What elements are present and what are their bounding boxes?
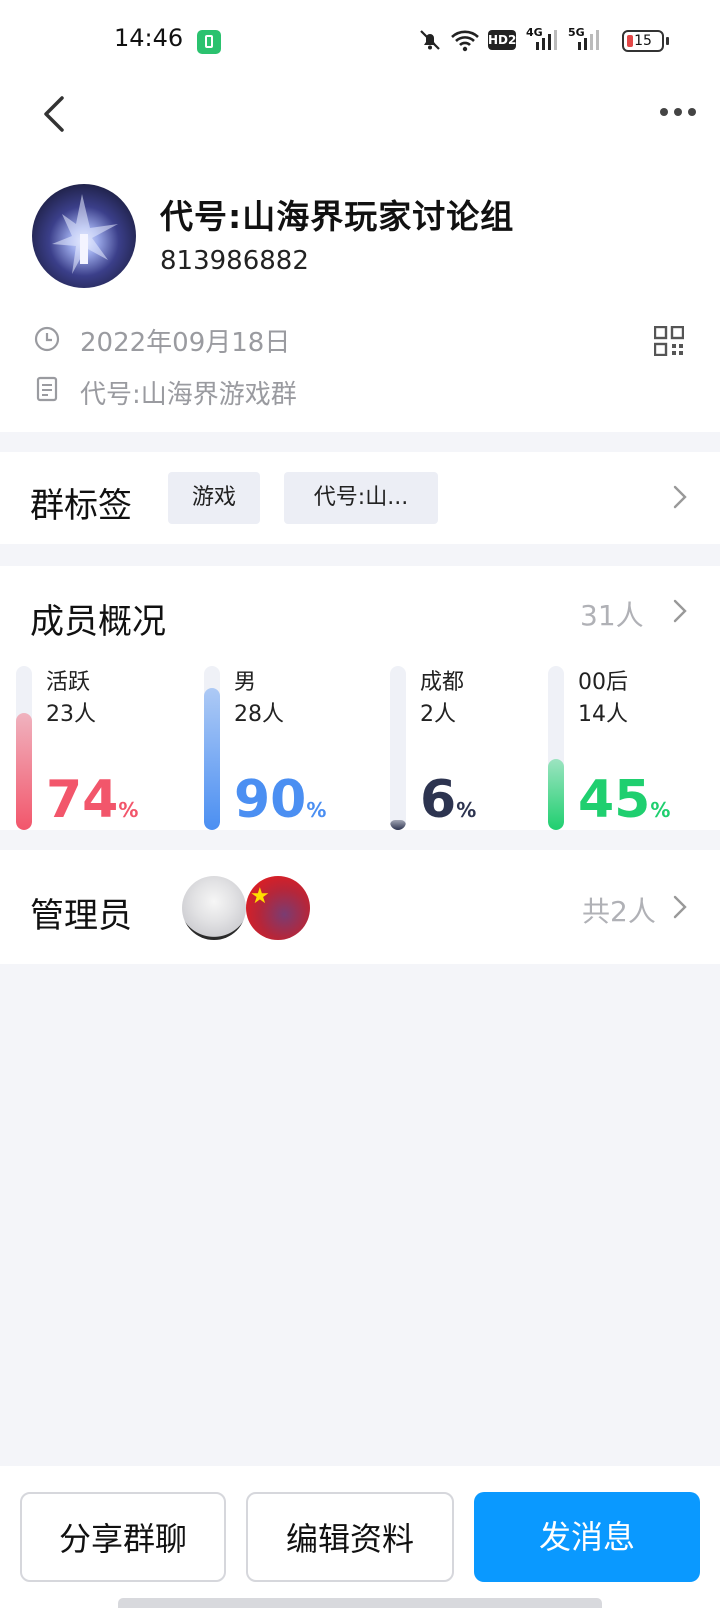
avatar-lightning-art [52, 194, 118, 274]
group-name: 代号:山海界玩家讨论组 [160, 197, 515, 236]
stat-percent: 90% [234, 770, 326, 830]
stat-label: 00后 [578, 670, 628, 695]
stat-bar-fill [204, 688, 220, 830]
stat-count: 23人 [46, 702, 96, 727]
admins-count: 共2人 [582, 895, 656, 928]
battery-tip [666, 37, 669, 45]
send-message-button[interactable]: 发消息 [474, 1492, 700, 1582]
qr-code-icon[interactable] [654, 326, 684, 356]
members-title: 成员概况 [30, 602, 166, 642]
document-icon [36, 376, 58, 402]
stat-percent: 74% [46, 770, 138, 830]
status-time: 14:46 [114, 24, 184, 52]
stat-bar-fill [548, 759, 564, 830]
stat-bar-fill [16, 713, 32, 830]
tag-chip[interactable]: 代号:山... [284, 472, 438, 524]
hd-icon: HD2 [488, 30, 516, 50]
chevron-right-icon[interactable] [672, 894, 688, 920]
star-icon: ★ [250, 884, 270, 909]
stat-bar-track [16, 666, 32, 830]
members-count[interactable]: 31人 [580, 594, 644, 634]
stat-label: 活跃 [46, 670, 91, 695]
wifi-icon [451, 30, 479, 52]
stat-percent-value: 74 [46, 770, 119, 830]
stat-label: 成都 [420, 670, 465, 695]
stat-percent-value: 90 [234, 770, 307, 830]
battery-icon: 15 [622, 30, 664, 52]
stat-percent-sign: % [118, 798, 139, 822]
stat-percent-sign: % [306, 798, 327, 822]
stat-bar-track [204, 666, 220, 830]
status-bar [0, 0, 720, 84]
more-dots-icon[interactable] [656, 100, 700, 124]
stat-bar-track [390, 666, 406, 830]
home-indicator[interactable] [118, 1598, 602, 1608]
group-description: 代号:山海界游戏群 [80, 380, 297, 410]
tags-title: 群标签 [30, 486, 132, 526]
stat-percent: 45% [578, 770, 670, 830]
chevron-left-icon[interactable] [38, 92, 74, 136]
signal-4g-icon [536, 30, 557, 50]
group-avatar[interactable] [32, 184, 136, 288]
stat-bar-fill [390, 820, 406, 830]
stat-percent: 6% [420, 770, 476, 830]
battery-level [627, 35, 633, 47]
group-id[interactable]: 813986882 [160, 246, 309, 276]
battery-level-text: 15 [634, 33, 652, 49]
clock-icon [34, 326, 60, 352]
stat-count: 28人 [234, 702, 284, 727]
created-date: 2022年09月18日 [80, 328, 291, 358]
share-group-button[interactable]: 分享群聊 [20, 1492, 226, 1582]
stat-count: 14人 [578, 702, 628, 727]
stat-percent-sign: % [650, 798, 671, 822]
charging-icon [197, 30, 221, 54]
edit-profile-button[interactable]: 编辑资料 [246, 1492, 454, 1582]
admin-avatar[interactable] [182, 876, 246, 940]
stat-percent-value: 6 [420, 770, 457, 830]
stat-count: 2人 [420, 702, 456, 727]
stat-percent-value: 45 [578, 770, 651, 830]
stat-label: 男 [234, 670, 257, 695]
stat-bar-track [548, 666, 564, 830]
mute-bell-icon [420, 30, 440, 50]
tag-chip[interactable]: 游戏 [168, 472, 260, 524]
signal-5g-icon [578, 30, 599, 50]
chevron-right-icon[interactable] [672, 484, 688, 510]
chevron-right-icon[interactable] [672, 598, 688, 624]
admins-title: 管理员 [30, 896, 132, 936]
stat-percent-sign: % [456, 798, 477, 822]
